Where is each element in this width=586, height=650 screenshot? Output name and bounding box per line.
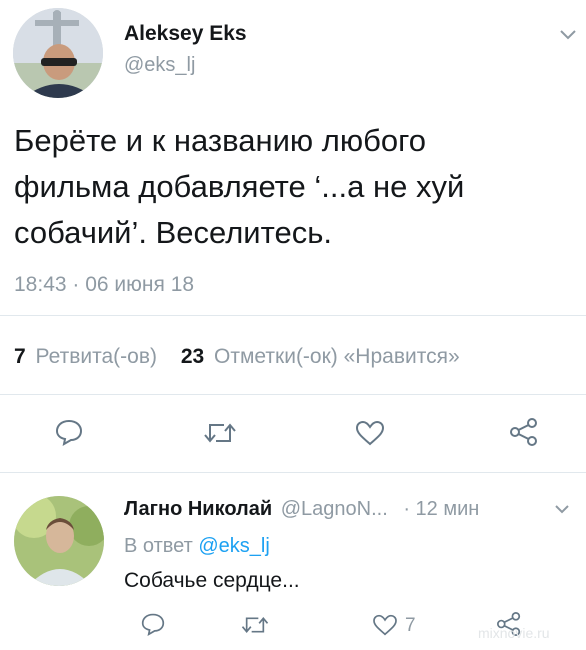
chevron-down-icon[interactable] [555, 505, 569, 514]
reply-header: Лагно Николай @LagnoN... · 12 мин [124, 498, 479, 521]
tweet-stats: 7 Ретвита(-ов) 23 Отметки(-ок) «Нравится… [14, 345, 460, 369]
divider [0, 472, 586, 473]
reply-time[interactable]: · 12 мин [403, 498, 479, 520]
in-reply-to: В ответ @eks_lj [124, 535, 270, 558]
reply-icon[interactable] [54, 418, 84, 446]
like-count[interactable]: 23 [181, 345, 204, 368]
reply-like-count[interactable]: 7 [405, 615, 416, 637]
divider [0, 394, 586, 395]
tweet-text: Берёте и к названию любого фильма добавл… [14, 118, 464, 256]
watermark: mixnovie.ru [478, 625, 550, 641]
divider [0, 315, 586, 316]
reply-author-avatar[interactable] [14, 496, 104, 586]
like-label[interactable]: Отметки(-ок) «Нравится» [214, 345, 460, 368]
reply-icon[interactable] [140, 612, 166, 636]
retweet-label[interactable]: Ретвита(-ов) [36, 345, 157, 368]
tweet-text-line: собачий’. Веселитесь. [14, 215, 332, 250]
tweet-timestamp[interactable]: 18:43 · 06 июня 18 [14, 273, 194, 297]
retweet-count[interactable]: 7 [14, 345, 26, 368]
in-reply-prefix: В ответ [124, 535, 193, 557]
reply-author-handle[interactable]: @LagnoN... [281, 498, 388, 520]
share-icon[interactable] [509, 418, 539, 446]
author-avatar[interactable] [13, 8, 103, 98]
chevron-down-icon[interactable] [560, 30, 576, 40]
heart-icon[interactable] [372, 614, 398, 636]
author-name[interactable]: Aleksey Eks [124, 22, 247, 46]
tweet-text-line: Берёте и к названию любого [14, 123, 426, 158]
tweet-text-line: фильма добавляете ‘...а не хуй [14, 169, 465, 204]
retweet-icon[interactable] [240, 614, 270, 636]
heart-icon[interactable] [355, 420, 385, 446]
in-reply-handle[interactable]: @eks_lj [198, 535, 269, 557]
author-handle[interactable]: @eks_lj [124, 54, 195, 77]
retweet-icon[interactable] [202, 420, 238, 446]
reply-text: Собачье сердце... [124, 569, 300, 592]
reply-author-name[interactable]: Лагно Николай [124, 498, 272, 520]
